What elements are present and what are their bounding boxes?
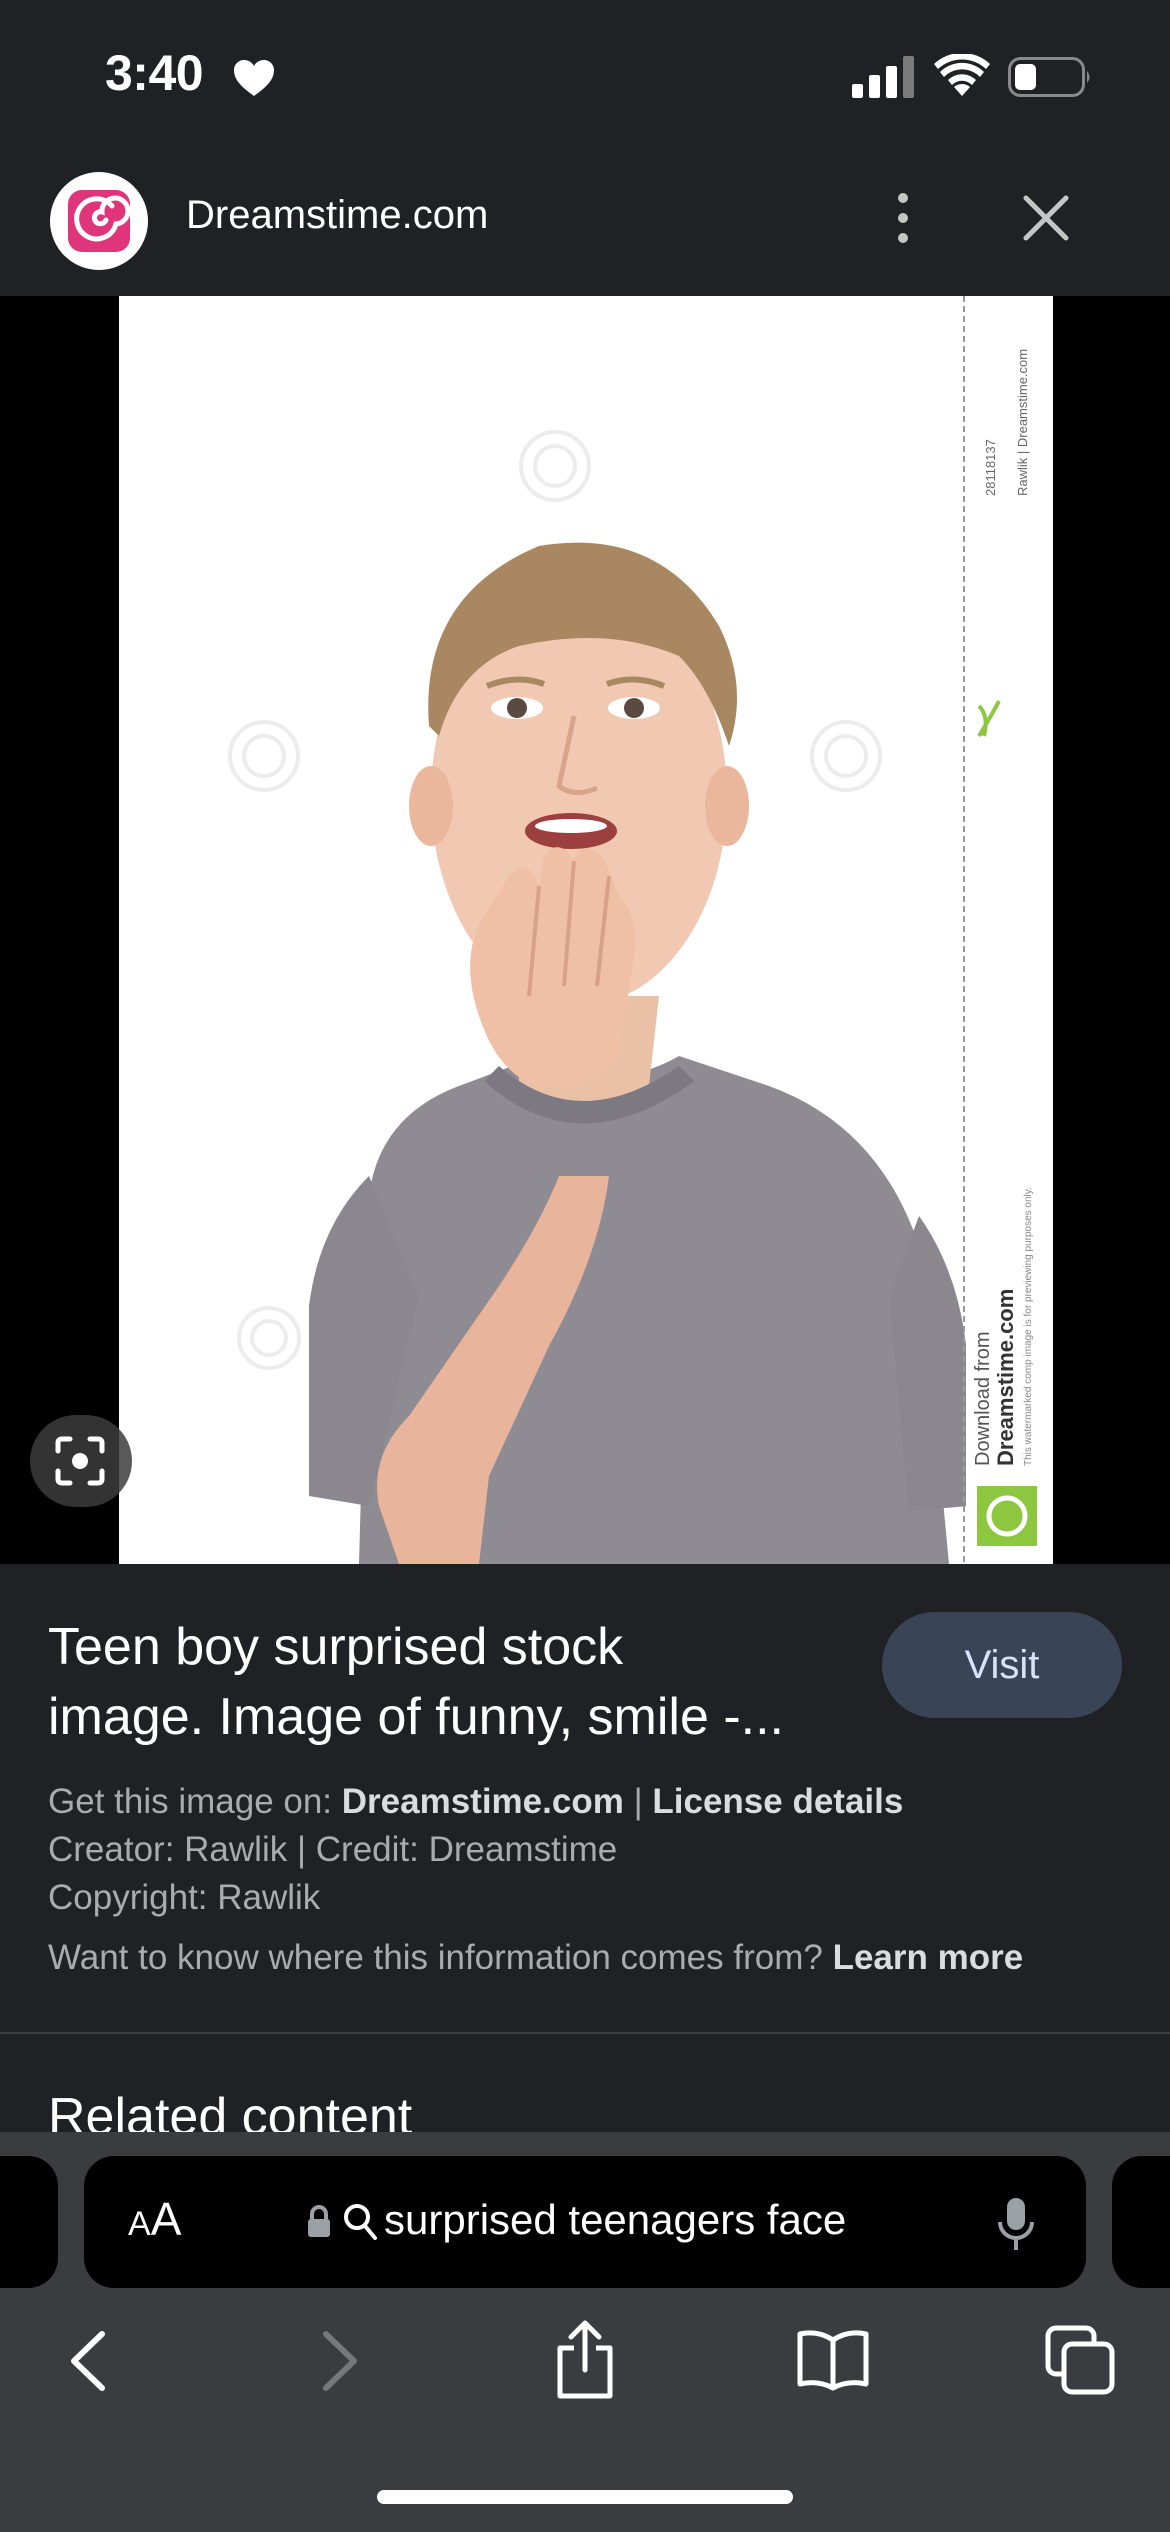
wifi-icon	[934, 54, 990, 96]
close-icon[interactable]	[1018, 190, 1074, 246]
get-image-line: Get this image on: Dreamstime.com | Lice…	[48, 1782, 903, 1822]
page-settings-button[interactable]: AA	[128, 2192, 181, 2246]
creator-credit: Creator: Rawlik | Credit: Dreamstime	[48, 1830, 618, 1869]
kebab-menu-icon[interactable]	[878, 188, 928, 248]
tabs-icon[interactable]	[1044, 2324, 1116, 2396]
heart-icon	[234, 60, 274, 96]
copyright: Copyright: Rawlik	[48, 1878, 321, 1917]
microphone-icon[interactable]	[996, 2196, 1036, 2252]
aa-small-letter: A	[128, 2205, 151, 2243]
battery-icon	[1008, 57, 1090, 97]
watermark-credit-text: Rawlik | Dreamstime.com	[1015, 349, 1030, 496]
back-icon[interactable]	[64, 2330, 114, 2392]
search-icon	[344, 2204, 377, 2240]
visit-button[interactable]: Visit	[882, 1612, 1122, 1718]
learn-more-link[interactable]: Learn more	[833, 1938, 1024, 1977]
related-content-heading: Related content	[48, 2088, 413, 2132]
get-image-site-link[interactable]: Dreamstime.com	[342, 1782, 624, 1821]
license-details-link[interactable]: License details	[652, 1782, 903, 1821]
boy-photo-illustration: Download from Dreamstime.com This waterm…	[119, 296, 1053, 1564]
bookmarks-icon[interactable]	[796, 2328, 870, 2392]
aa-large-letter: A	[150, 2193, 182, 2245]
watermark-note-text: This watermarked comp image is for previ…	[1023, 1187, 1034, 1466]
screen: 3:40 Dreamstime.com Download from Dreams…	[0, 0, 1170, 2532]
home-indicator[interactable]	[377, 2490, 793, 2504]
watermark-brand-text: Dreamstime.com	[993, 1289, 1018, 1466]
watermark-id-text: 28118137	[983, 439, 998, 496]
site-name[interactable]: Dreamstime.com	[186, 193, 488, 238]
status-time: 3:40	[105, 45, 204, 101]
info-source-line: Want to know where this information come…	[48, 1938, 1023, 1978]
site-header	[0, 150, 1170, 295]
result-title-line-1: Teen boy surprised stock	[48, 1618, 624, 1676]
address-bar-text[interactable]: surprised teenagers face	[384, 2196, 846, 2244]
get-image-prefix: Get this image on:	[48, 1782, 342, 1821]
signal-icon	[852, 56, 914, 98]
google-lens-button[interactable]	[30, 1415, 132, 1507]
google-lens-icon	[55, 1436, 105, 1486]
result-title-line-2: image. Image of funny, smile -...	[48, 1688, 784, 1746]
next-tab-preview[interactable]	[1112, 2156, 1170, 2288]
divider	[0, 2032, 1170, 2034]
forward-icon[interactable]	[314, 2330, 364, 2392]
meta-separator: |	[623, 1782, 653, 1821]
result-title[interactable]: Teen boy surprised stock image. Image of…	[48, 1612, 858, 1752]
previous-tab-preview[interactable]	[0, 2156, 58, 2288]
info-question: Want to know where this information come…	[48, 1938, 833, 1977]
dreamstime-logo-icon[interactable]	[50, 172, 148, 270]
result-image[interactable]: Download from Dreamstime.com This waterm…	[119, 296, 1053, 1564]
lock-icon	[308, 2205, 330, 2237]
watermark-download-text: Download from	[972, 1331, 994, 1466]
share-icon[interactable]	[552, 2320, 618, 2400]
